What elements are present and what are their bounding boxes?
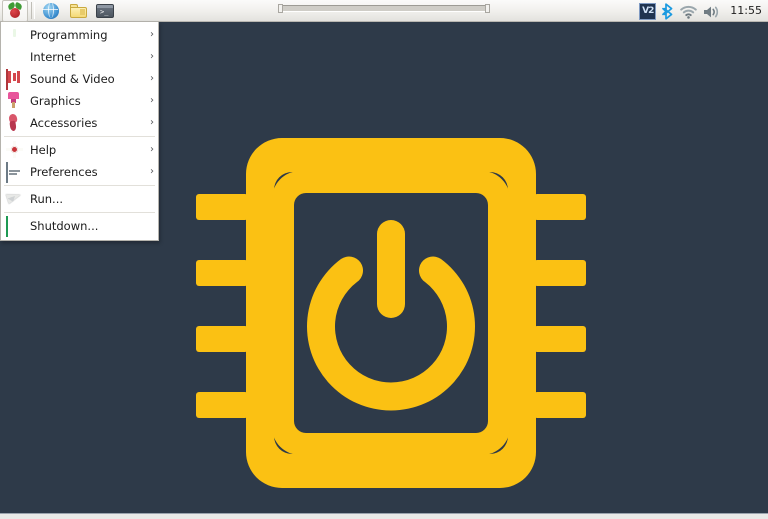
menu-item-internet[interactable]: Internet › <box>1 46 158 68</box>
menu-item-help[interactable]: Help › <box>1 139 158 161</box>
vnc-icon: V2 <box>639 2 657 20</box>
menu-item-graphics[interactable]: Graphics › <box>1 90 158 112</box>
desktop-screen: >_ V2 11:55 Programming › Internet › Sou… <box>0 0 768 519</box>
taskbar-launchers: >_ <box>0 0 118 22</box>
bluetooth-tray-button[interactable] <box>662 2 674 20</box>
menu-item-label: Accessories <box>30 116 98 130</box>
menu-item-label: Graphics <box>30 94 81 108</box>
run-icon <box>5 190 24 208</box>
taskbar-separator <box>31 2 35 19</box>
globe-icon <box>42 1 59 19</box>
menu-raspberry-button[interactable] <box>2 0 28 22</box>
bluetooth-icon <box>662 2 674 20</box>
menu-item-sound-video[interactable]: Sound & Video › <box>1 68 158 90</box>
menu-item-label: Programming <box>30 28 108 42</box>
taskbar: >_ V2 11:55 <box>0 0 768 22</box>
menu-separator <box>4 136 155 137</box>
chevron-right-icon: › <box>150 73 154 84</box>
graphics-icon <box>6 92 24 110</box>
menu-item-label: Sound & Video <box>30 72 115 86</box>
menu-item-shutdown[interactable]: Shutdown... <box>1 214 158 237</box>
chip-power-logo <box>196 128 586 498</box>
file-manager-button[interactable] <box>65 0 91 22</box>
start-menu: Programming › Internet › Sound & Video ›… <box>0 22 159 241</box>
raspberry-icon <box>6 1 24 20</box>
clock[interactable]: 11:55 <box>726 0 766 22</box>
terminal-icon: >_ <box>96 3 114 18</box>
web-browser-button[interactable] <box>38 0 64 22</box>
panel-drag-handle[interactable] <box>278 3 490 13</box>
terminal-button[interactable]: >_ <box>92 0 118 22</box>
menu-item-programming[interactable]: Programming › <box>1 24 158 46</box>
wifi-icon <box>680 4 698 19</box>
wifi-tray-button[interactable] <box>680 2 698 20</box>
chevron-right-icon: › <box>150 51 154 62</box>
chevron-right-icon: › <box>150 144 154 155</box>
preferences-icon <box>6 162 24 183</box>
chevron-right-icon: › <box>150 95 154 106</box>
menu-item-run[interactable]: Run... <box>1 188 158 210</box>
chevron-right-icon: › <box>150 117 154 128</box>
chevron-right-icon: › <box>150 166 154 177</box>
programming-icon <box>6 26 24 44</box>
accessories-icon <box>6 113 24 132</box>
menu-item-label: Help <box>30 143 57 157</box>
sound-video-icon <box>6 69 24 90</box>
menu-item-label: Shutdown... <box>30 219 99 233</box>
system-tray: V2 11:55 <box>639 0 766 22</box>
screen-bottom-border <box>0 513 768 519</box>
vnc-tray-button[interactable]: V2 <box>639 2 657 20</box>
menu-item-accessories[interactable]: Accessories › <box>1 112 158 134</box>
volume-icon <box>703 4 720 18</box>
menu-item-label: Preferences <box>30 165 98 179</box>
folder-icon <box>69 3 87 18</box>
menu-item-preferences[interactable]: Preferences › <box>1 161 158 183</box>
chevron-right-icon: › <box>150 29 154 40</box>
menu-separator <box>4 212 155 213</box>
panel-handle-cap-right <box>485 3 490 13</box>
internet-icon <box>6 48 24 66</box>
panel-handle-grip <box>283 4 485 12</box>
menu-item-label: Run... <box>30 192 64 206</box>
shutdown-icon <box>6 214 24 237</box>
help-icon <box>6 141 24 159</box>
menu-item-label: Internet <box>30 50 76 64</box>
volume-tray-button[interactable] <box>703 2 720 20</box>
menu-separator <box>4 185 155 186</box>
